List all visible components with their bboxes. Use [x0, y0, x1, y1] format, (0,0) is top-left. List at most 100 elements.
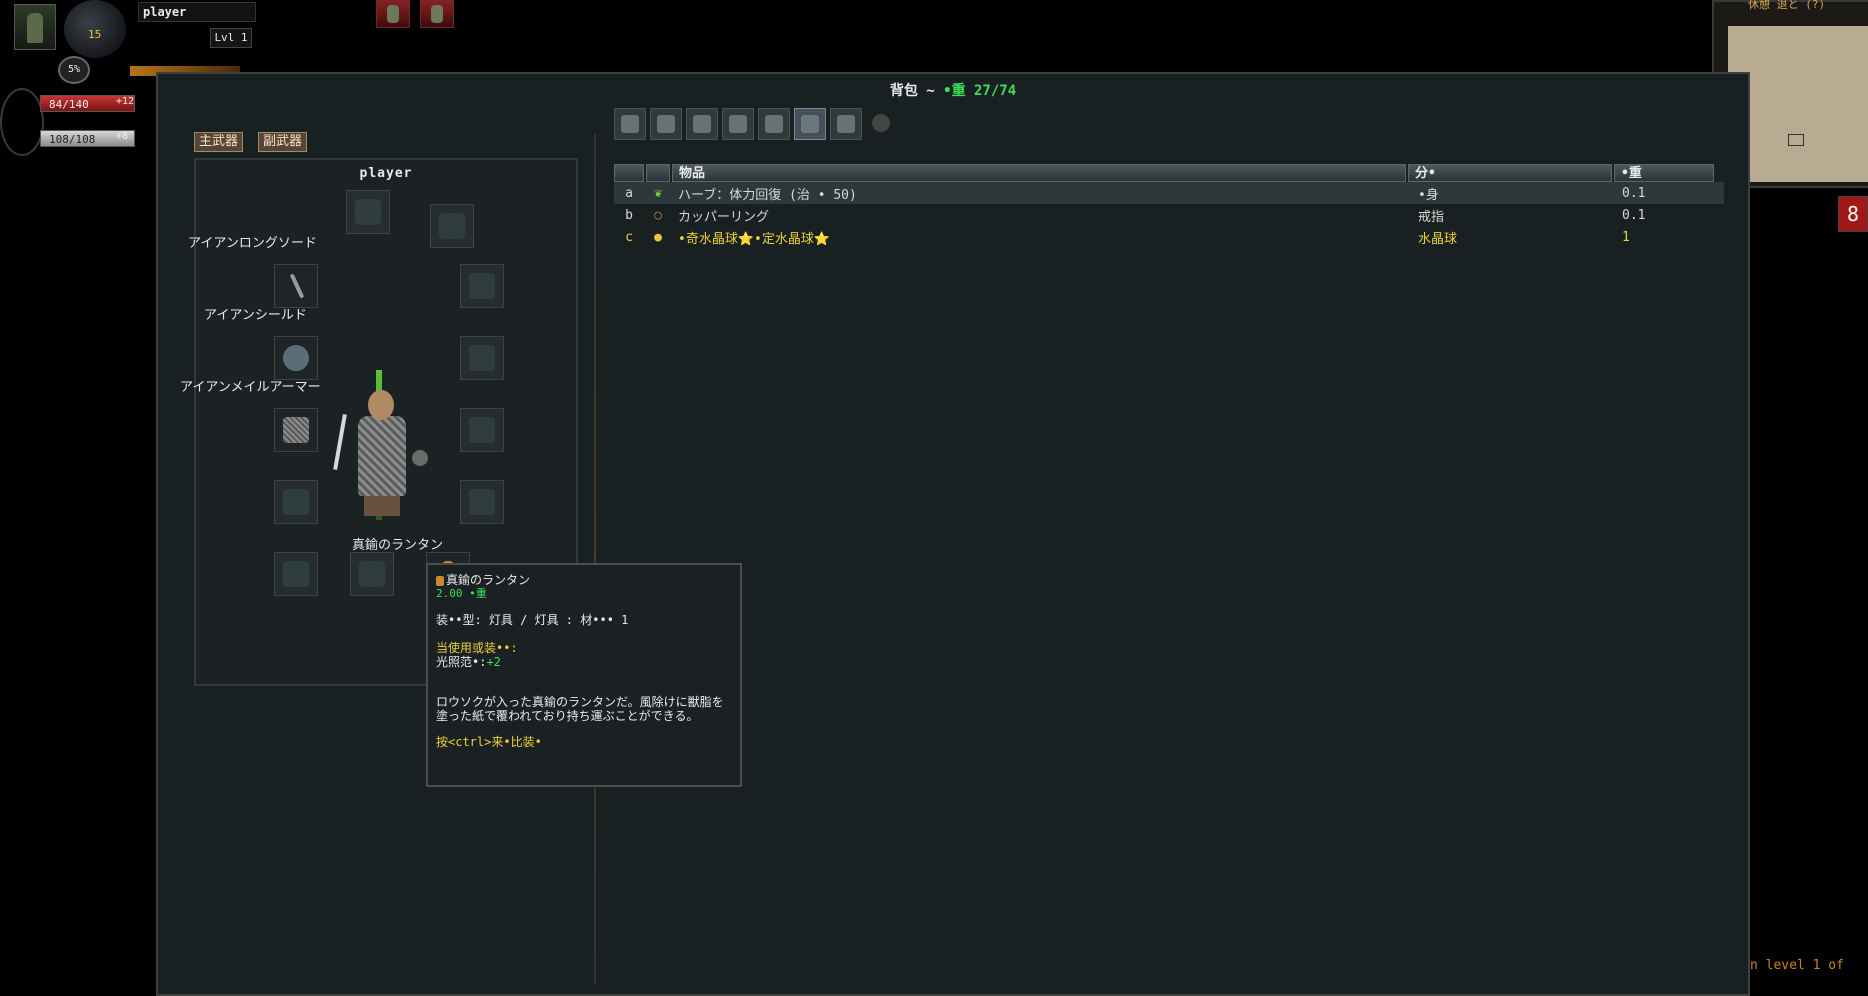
amulet-slot[interactable] — [430, 204, 474, 248]
gloves-icon — [469, 345, 495, 371]
window-title-label: 背包 ~ — [889, 83, 944, 99]
ring-icon: ○ — [654, 207, 662, 223]
filter-ranged-button[interactable] — [686, 108, 718, 140]
header-item[interactable]: 物品 — [672, 164, 1406, 182]
header-icon[interactable] — [646, 164, 670, 182]
character-name: player — [359, 166, 413, 181]
table-row[interactable]: a ❦ ハーブ：体力回復 (治 • 50) •身 0.1 — [614, 182, 1724, 204]
quiver-icon — [283, 489, 309, 515]
ring-icon — [765, 115, 783, 133]
filter-wands-button[interactable] — [722, 108, 754, 140]
player-level: Lvl 1 — [210, 28, 252, 48]
bow-icon — [693, 115, 711, 133]
boots-icon — [469, 489, 495, 515]
table-row[interactable]: b ○ カッパーリング 戒指 0.1 — [614, 204, 1724, 226]
side-badge[interactable]: 8 — [1838, 196, 1868, 232]
table-row[interactable]: c ● •奇水晶球⭐•定水晶球⭐ 水晶球 1 — [614, 226, 1724, 248]
row-letter: a — [625, 185, 633, 201]
message-log-text: n level 1 of — [1750, 958, 1844, 973]
weapon-slot[interactable] — [274, 264, 318, 308]
armor-label: アイアンメイルアーマー — [180, 380, 321, 395]
filter-staves-button[interactable] — [794, 108, 826, 140]
helmet-icon — [355, 199, 381, 225]
item-weight: 1 — [1622, 229, 1630, 245]
carry-weight: •重 27/74 — [943, 83, 1017, 99]
shield-slot[interactable] — [274, 336, 318, 380]
belt-icon — [469, 417, 495, 443]
herb-icon: ❦ — [654, 185, 662, 201]
ring-slot-right[interactable] — [350, 552, 394, 596]
boots-slot[interactable] — [460, 480, 504, 524]
gold-count: 15 — [88, 28, 102, 41]
wand-icon — [729, 115, 747, 133]
header-letter[interactable] — [614, 164, 644, 182]
tooltip-hint: 按<ctrl>来•比装• — [436, 735, 542, 749]
tooltip-stat: 光照范•:+2 — [436, 655, 732, 669]
item-name: カッパーリング — [678, 209, 770, 225]
row-letter: c — [625, 229, 633, 245]
amulet-icon — [439, 213, 465, 239]
tooltip-item-name: 真鍮のランタン — [446, 573, 531, 587]
inventory-table: 物品 分• •重 a ❦ ハーブ：体力回復 (治 • 50) •身 0.1 b … — [614, 164, 1724, 248]
party-member-icon[interactable] — [420, 0, 454, 28]
helmet-slot[interactable] — [346, 190, 390, 234]
xp-percent: 5% — [58, 56, 90, 84]
row-letter: b — [625, 207, 633, 223]
minimap-label: 休憩 退と (?) — [1748, 0, 1826, 11]
item-weight: 0.1 — [1622, 185, 1646, 201]
inventory-window: 背包 ~ •重 27/74 主武器 副武器 player アイアンロングソード … — [156, 72, 1750, 996]
tooltip-type: 装••型: 灯具 / 灯具 : 材••• 1 — [436, 613, 629, 627]
header-category[interactable]: 分• — [1408, 164, 1612, 182]
armor-slot[interactable] — [274, 408, 318, 452]
item-filter-bar — [614, 108, 896, 142]
chainmail-icon — [283, 417, 309, 443]
light-label: 真鍮のランタン — [352, 538, 444, 553]
tooltip-weight: 2.00 •重 — [436, 587, 487, 600]
item-category: 水晶球 — [1418, 231, 1458, 247]
player-portrait[interactable] — [14, 4, 56, 50]
tooltip-stat-value: +2 — [486, 655, 501, 669]
shield-label: アイアンシールド — [204, 308, 307, 323]
panel-divider — [594, 134, 596, 984]
filter-misc-button[interactable] — [866, 108, 896, 138]
filter-weapons-button[interactable] — [614, 108, 646, 140]
filter-armor-button[interactable] — [650, 108, 682, 140]
tooltip-stat-label: 光照范•: — [436, 655, 487, 669]
tooltip-effects-header: 当使用或装••: — [436, 641, 518, 655]
weapon-label: アイアンロングソード — [188, 236, 317, 251]
shield-icon — [283, 345, 309, 371]
table-header: 物品 分• •重 — [614, 164, 1724, 182]
party-member-icon[interactable] — [376, 0, 410, 28]
hp-regen: +12 — [116, 96, 135, 107]
window-title: 背包 ~ •重 27/74 — [158, 80, 1748, 100]
filter-chalice-button[interactable] — [830, 108, 862, 140]
armor-icon — [657, 115, 675, 133]
item-tooltip: 真鍮のランタン 2.00 •重 装••型: 灯具 / 灯具 : 材••• 1 当… — [426, 563, 742, 787]
staff-icon — [801, 115, 819, 133]
bag-icon — [872, 114, 890, 132]
chalice-icon — [837, 115, 855, 133]
cloak-slot[interactable] — [460, 264, 504, 308]
belt-slot[interactable] — [460, 408, 504, 452]
player-name: player — [138, 2, 256, 22]
ring-icon — [359, 561, 385, 587]
ring-slot-left[interactable] — [274, 552, 318, 596]
item-category: 戒指 — [1418, 209, 1445, 225]
tab-main-weapon[interactable]: 主武器 — [194, 132, 244, 152]
header-weight[interactable]: •重 — [1614, 164, 1714, 182]
tab-off-weapon[interactable]: 副武器 — [258, 132, 308, 152]
longsword-icon — [289, 273, 305, 299]
cloak-icon — [469, 273, 495, 299]
orb-icon: ● — [654, 229, 662, 245]
item-weight: 0.1 — [1622, 207, 1646, 223]
sword-icon — [621, 115, 639, 133]
lantern-icon — [436, 575, 444, 586]
item-category: •身 — [1418, 187, 1439, 203]
gloves-slot[interactable] — [460, 336, 504, 380]
missile-slot[interactable] — [274, 480, 318, 524]
hud-ornament-icon — [0, 88, 44, 156]
character-model — [333, 370, 428, 520]
filter-rings-button[interactable] — [758, 108, 790, 140]
item-name: •奇水晶球⭐•定水晶球⭐ — [678, 231, 831, 247]
tooltip-description: ロウソクが入った真鍮のランタンだ。風除けに獣脂を塗った紙で覆われており持ち運ぶこ… — [436, 695, 724, 723]
